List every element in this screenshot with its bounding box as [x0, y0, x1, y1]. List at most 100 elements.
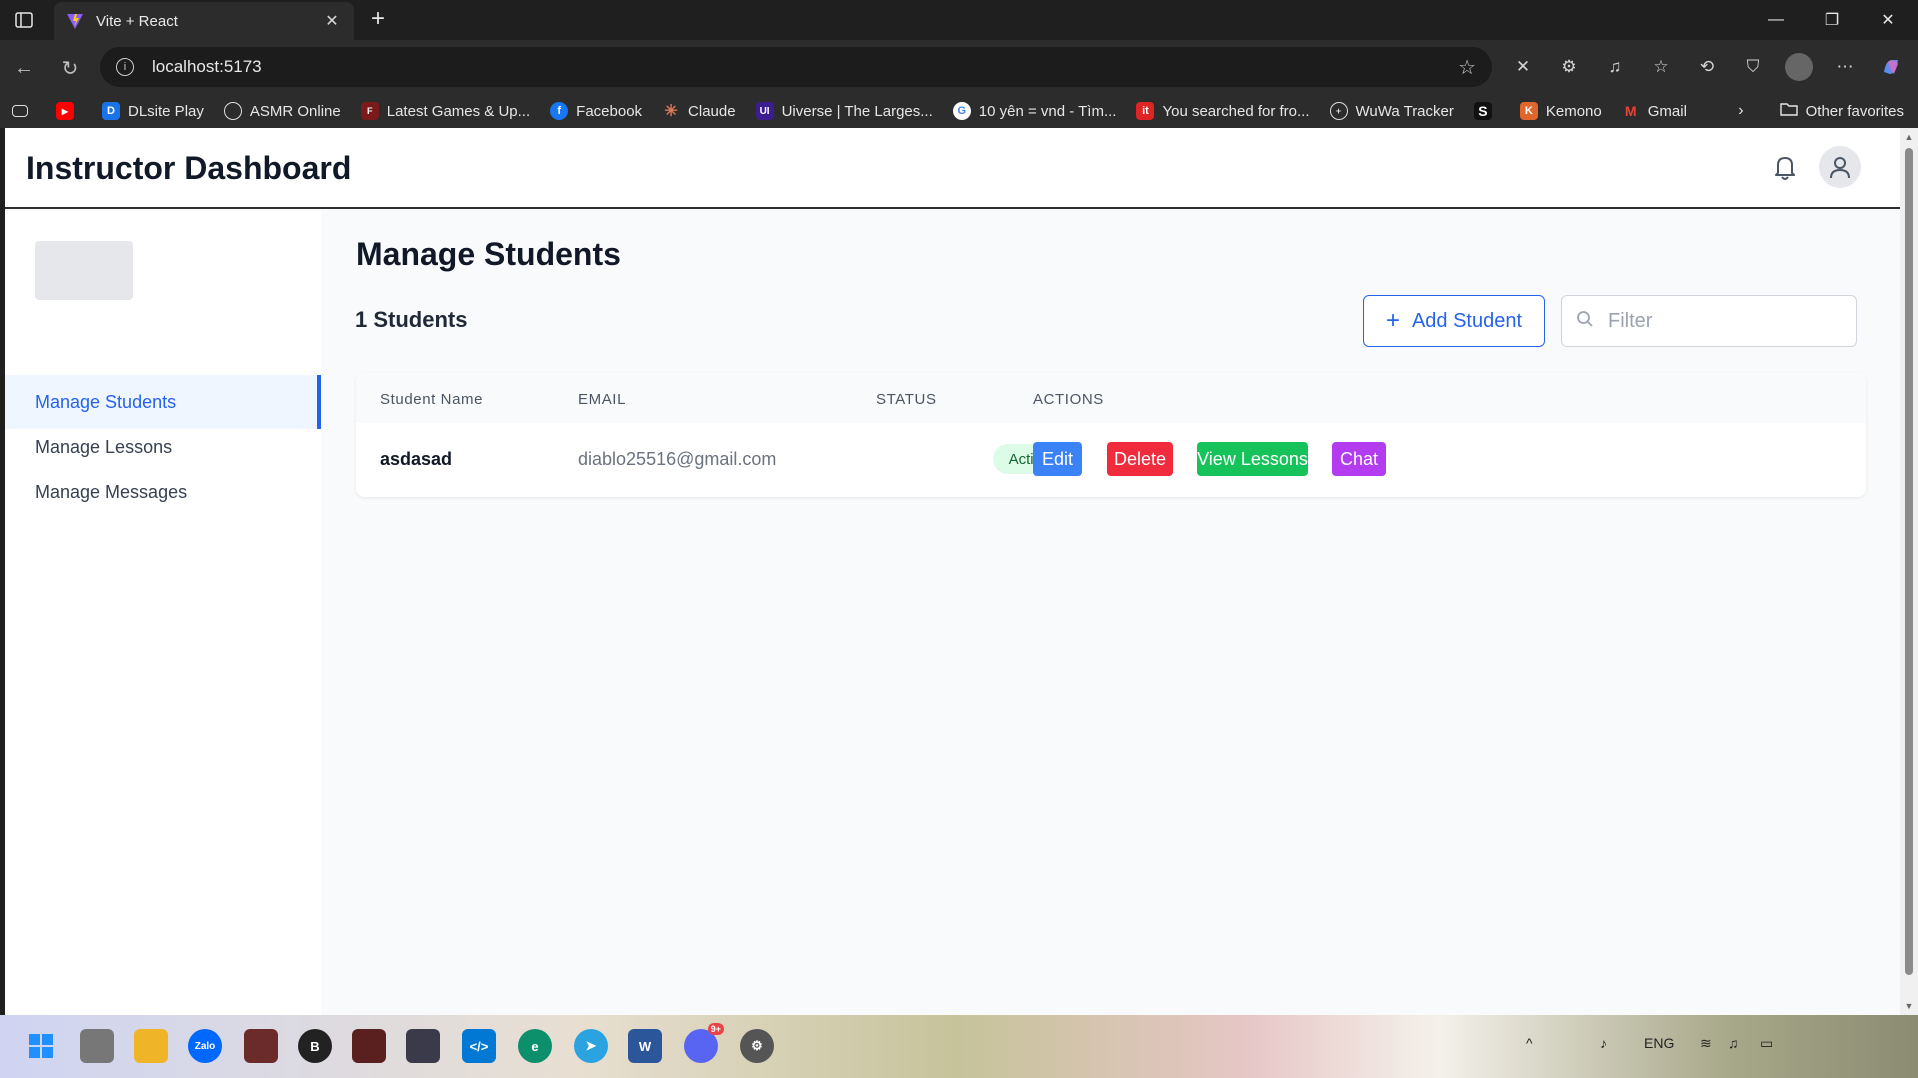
bookmark-facebook[interactable]: f Facebook: [550, 102, 642, 120]
page-scrollbar[interactable]: ▲ ▼: [1900, 128, 1918, 1015]
settings-icon[interactable]: ⚙: [740, 1029, 774, 1063]
tray-chevron-icon[interactable]: ^: [1526, 1035, 1533, 1051]
edge-icon[interactable]: e: [518, 1029, 552, 1063]
edit-button[interactable]: Edit: [1033, 442, 1082, 476]
media-icon[interactable]: ♫: [1601, 53, 1629, 81]
scroll-down-icon[interactable]: ▼: [1904, 1001, 1914, 1011]
bookmark-uiverse[interactable]: UI Uiverse | The Larges...: [755, 102, 933, 120]
bookmark-gmail[interactable]: M Gmail: [1622, 102, 1687, 120]
tab-title: Vite + React: [96, 12, 178, 30]
speaker-icon[interactable]: ♫: [1728, 1035, 1739, 1051]
student-email-cell: diablo25516@gmail.com: [578, 449, 777, 469]
scrollbar-thumb[interactable]: [1905, 148, 1913, 975]
view-lessons-button[interactable]: View Lessons: [1197, 442, 1308, 476]
folder-icon: [1779, 102, 1798, 120]
file-explorer-icon[interactable]: [134, 1029, 168, 1063]
fitgirl-icon: F: [360, 102, 379, 120]
vscode-icon[interactable]: </>: [462, 1029, 496, 1063]
facebook-icon: f: [550, 102, 569, 120]
extensions-puzzle-icon[interactable]: ⚙: [1555, 53, 1583, 81]
chat-button[interactable]: Chat: [1332, 442, 1386, 476]
bookmark-latest-games[interactable]: F Latest Games & Up...: [360, 102, 530, 120]
discord-icon[interactable]: 9+: [684, 1023, 724, 1063]
wuwa-icon: +: [1329, 102, 1348, 120]
google-icon: G: [952, 102, 971, 120]
bookmark-google-search[interactable]: G 10 yên = vnd - Tìm...: [952, 102, 1116, 120]
other-favorites[interactable]: Other favorites: [1806, 103, 1904, 120]
bookmark-s[interactable]: S: [1473, 102, 1500, 120]
bookmark-youtube[interactable]: ▶: [56, 102, 82, 120]
telegram-icon[interactable]: ➤: [574, 1029, 608, 1063]
scroll-up-icon[interactable]: ▲: [1904, 132, 1914, 142]
wifi-icon[interactable]: ≋: [1700, 1035, 1712, 1052]
filter-field[interactable]: [1561, 295, 1857, 347]
extension-x-icon[interactable]: ✕: [1509, 53, 1537, 81]
battery-icon[interactable]: ▭: [1760, 1035, 1773, 1052]
bookmark-collections-icon[interactable]: [12, 105, 36, 117]
sidebar-item-manage-messages[interactable]: Manage Messages: [5, 465, 321, 519]
url-text: localhost:5173: [152, 57, 262, 76]
add-student-button[interactable]: + Add Student: [1363, 295, 1545, 347]
back-icon[interactable]: ←: [8, 52, 40, 84]
table-header: Student Name EMAIL STATUS ACTIONS: [356, 373, 1866, 423]
bookmarks-overflow-icon[interactable]: ›: [1738, 102, 1743, 120]
b-app-icon[interactable]: B: [298, 1029, 332, 1063]
delete-button[interactable]: Delete: [1107, 442, 1173, 476]
game-app-3-icon[interactable]: [406, 1029, 440, 1063]
reload-icon[interactable]: ↻: [54, 52, 86, 84]
favorites-icon[interactable]: ☆: [1647, 53, 1675, 81]
browser-tab[interactable]: Vite + React ✕: [54, 2, 354, 40]
bookmark-dlsite-play[interactable]: D DLsite Play: [102, 102, 204, 120]
page-title: Manage Students: [356, 236, 621, 272]
bookmark-asmr-online[interactable]: ASMR Online: [223, 102, 341, 120]
history-icon[interactable]: ⟲: [1693, 53, 1721, 81]
bookmark-wuwa-tracker[interactable]: + WuWa Tracker: [1329, 102, 1454, 120]
claude-icon: ✳: [664, 103, 678, 120]
gmail-icon: M: [1624, 103, 1637, 119]
restore-icon[interactable]: ❐: [1804, 0, 1860, 40]
student-count: 1 Students: [355, 307, 468, 332]
new-tab-button[interactable]: +: [364, 6, 392, 34]
notification-bell-icon[interactable]: [1768, 150, 1802, 184]
discord-badge: 9+: [707, 1023, 724, 1035]
user-avatar-icon[interactable]: [1819, 146, 1861, 188]
browser-essentials-shield-icon[interactable]: ⛉: [1739, 53, 1767, 81]
close-window-icon[interactable]: ✕: [1860, 0, 1916, 40]
more-menu-icon[interactable]: ⋯: [1831, 53, 1859, 81]
bookmarks-bar: ▶ D DLsite Play ASMR Online F Latest Games…: [0, 94, 1918, 128]
tab-actions-icon[interactable]: [10, 8, 38, 32]
profile-avatar-icon[interactable]: [1785, 53, 1813, 81]
s-logo-icon: S: [1473, 102, 1492, 120]
windows-start-icon[interactable]: [24, 1029, 58, 1063]
browser-toolbar: ← ↻ i localhost:5173 ☆ ✕ ⚙ ♫ ☆ ⟲ ⛉ ⋯: [0, 40, 1918, 94]
language-indicator[interactable]: ENG: [1644, 1035, 1674, 1051]
bookmark-kemono[interactable]: K Kemono: [1519, 102, 1602, 120]
page-viewport: Instructor Dashboard Manage Students Man…: [5, 128, 1900, 1015]
task-view-icon[interactable]: [80, 1029, 114, 1063]
zalo-icon[interactable]: Zalo: [188, 1029, 222, 1063]
site-info-icon[interactable]: i: [116, 58, 134, 76]
column-header-student-name: Student Name: [380, 391, 484, 408]
game-app-icon[interactable]: [244, 1029, 278, 1063]
kemono-icon: K: [1519, 102, 1538, 120]
volume-icon[interactable]: ♪: [1600, 1035, 1607, 1051]
copilot-icon[interactable]: [1877, 53, 1905, 81]
favorite-star-icon[interactable]: ☆: [1458, 55, 1476, 80]
column-header-actions: ACTIONS: [1033, 391, 1104, 408]
bookmark-claude[interactable]: ✳ Claude: [662, 102, 735, 121]
tab-close-icon[interactable]: ✕: [322, 11, 342, 31]
plus-icon: +: [1385, 307, 1400, 334]
column-header-email: EMAIL: [578, 391, 627, 408]
logo-placeholder: [35, 241, 133, 300]
filter-input[interactable]: [1608, 309, 1848, 333]
word-icon[interactable]: W: [628, 1029, 662, 1063]
minimize-icon[interactable]: —: [1748, 0, 1804, 40]
add-student-label: Add Student: [1411, 309, 1523, 332]
game-app-2-icon[interactable]: [352, 1029, 386, 1063]
browser-titlebar: Vite + React ✕ + — ❐ ✕: [0, 0, 1918, 40]
sidebar-item-label: Manage Messages: [35, 481, 188, 502]
address-bar[interactable]: i localhost:5173 ☆: [100, 47, 1492, 87]
dlsite-icon: D: [102, 102, 120, 120]
column-header-status: STATUS: [876, 391, 937, 408]
bookmark-itch[interactable]: it You searched for fro...: [1136, 102, 1310, 120]
